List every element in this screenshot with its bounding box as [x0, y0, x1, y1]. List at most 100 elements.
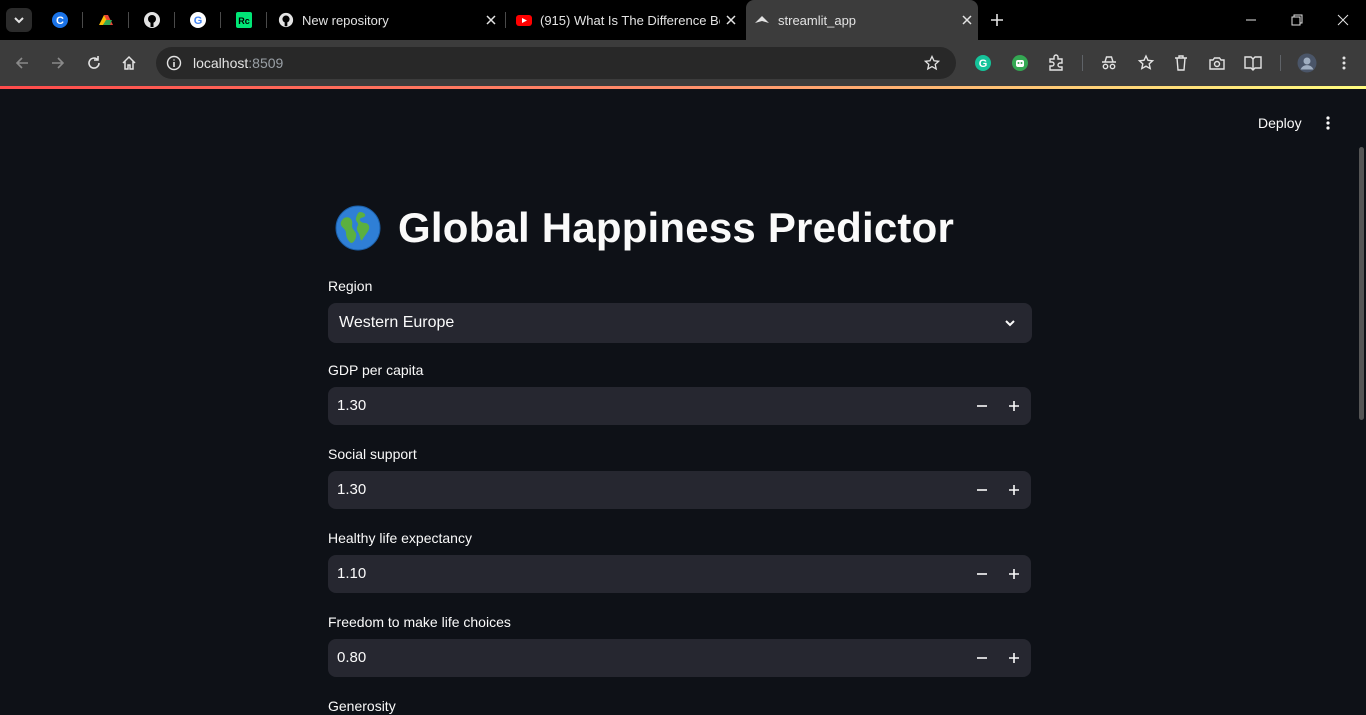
gdp-number-input[interactable]: 1.30 — [328, 387, 1031, 425]
rc-icon: Rc — [236, 12, 252, 28]
tab-strip: C G Rc New repository (915) What Is The … — [0, 0, 1366, 40]
freedom-value: 0.80 — [337, 649, 367, 666]
more-vertical-icon — [1342, 56, 1346, 70]
life-expectancy-field: Healthy life expectancy 1.10 — [328, 529, 1032, 593]
info-icon — [166, 55, 182, 71]
gdp-decrement-button[interactable] — [966, 387, 998, 425]
region-label: Region — [328, 278, 373, 294]
freedom-field: Freedom to make life choices 0.80 — [328, 613, 1032, 677]
close-icon — [1337, 14, 1349, 26]
tab-new-repository[interactable]: New repository — [270, 0, 502, 40]
minus-icon — [977, 657, 987, 659]
scrollbar[interactable] — [1359, 147, 1364, 420]
minimize-button[interactable] — [1228, 0, 1274, 40]
streamlit-icon — [755, 16, 769, 23]
deploy-button[interactable]: Deploy — [1248, 111, 1312, 135]
app-menu-button[interactable] — [1316, 111, 1340, 135]
incognito-button[interactable] — [1095, 49, 1123, 77]
gdp-increment-button[interactable] — [998, 387, 1030, 425]
pinned-tab-google[interactable]: G — [186, 8, 210, 32]
youtube-icon — [516, 15, 532, 26]
github-icon — [144, 12, 160, 28]
minus-icon — [977, 489, 987, 491]
c-icon: C — [52, 12, 68, 28]
freedom-increment-button[interactable] — [998, 639, 1030, 677]
site-info-button[interactable] — [164, 53, 184, 73]
tab-title: New repository — [302, 12, 389, 28]
arrow-left-icon — [15, 57, 28, 69]
google-icon: G — [190, 12, 206, 28]
close-tab-button[interactable] — [956, 9, 978, 31]
screenshot-button[interactable] — [1203, 49, 1231, 77]
freedom-label: Freedom to make life choices — [328, 614, 511, 630]
star-list-icon — [1137, 54, 1155, 70]
social-support-number-input[interactable]: 1.30 — [328, 471, 1031, 509]
favorites-button[interactable] — [1132, 49, 1160, 77]
drive-icon — [99, 15, 113, 25]
tab-title: streamlit_app — [778, 12, 857, 28]
address-bar[interactable]: localhost:8509 — [156, 47, 956, 79]
freedom-number-input[interactable]: 0.80 — [328, 639, 1031, 677]
robot-extension[interactable] — [1006, 49, 1034, 77]
pinned-tab-rc[interactable]: Rc — [232, 8, 256, 32]
freedom-decrement-button[interactable] — [966, 639, 998, 677]
grammarly-extension[interactable]: G — [969, 49, 997, 77]
close-icon — [962, 15, 972, 25]
robot-icon — [1012, 55, 1028, 71]
life-expectancy-label: Healthy life expectancy — [328, 530, 472, 546]
puzzle-icon — [1049, 54, 1063, 71]
plus-icon — [991, 14, 1003, 26]
close-icon — [726, 15, 736, 25]
plus-icon — [1009, 569, 1019, 579]
social-support-decrement-button[interactable] — [966, 471, 998, 509]
life-expectancy-number-input[interactable]: 1.10 — [328, 555, 1031, 593]
tab-youtube[interactable]: (915) What Is The Difference Be — [508, 0, 742, 40]
extensions-button[interactable] — [1042, 49, 1070, 77]
gdp-field: GDP per capita 1.30 — [328, 361, 1032, 425]
title-text: Global Happiness Predictor — [398, 204, 954, 251]
tab-search-button[interactable] — [6, 8, 32, 32]
minimize-icon — [1246, 19, 1256, 21]
close-window-button[interactable] — [1320, 0, 1366, 40]
book-icon — [1244, 56, 1262, 71]
restore-button[interactable] — [1274, 0, 1320, 40]
home-button[interactable] — [115, 49, 143, 77]
life-expectancy-increment-button[interactable] — [998, 555, 1030, 593]
plus-icon — [1009, 485, 1019, 495]
delete-button[interactable] — [1167, 49, 1195, 77]
region-select[interactable]: Western Europe — [328, 303, 1032, 343]
life-expectancy-decrement-button[interactable] — [966, 555, 998, 593]
avatar-icon — [1297, 53, 1317, 73]
star-icon — [924, 55, 940, 71]
bookmark-button[interactable] — [922, 53, 942, 73]
github-icon — [278, 12, 294, 28]
new-tab-button[interactable] — [985, 8, 1009, 32]
chevron-down-icon — [1000, 313, 1020, 333]
minus-icon — [977, 573, 987, 575]
trash-icon — [1175, 55, 1187, 71]
back-button[interactable] — [8, 49, 36, 77]
tab-streamlit-app[interactable]: streamlit_app — [746, 0, 978, 40]
close-tab-button[interactable] — [480, 9, 502, 31]
pinned-tab-github[interactable] — [140, 8, 164, 32]
svg-text:Rc: Rc — [238, 16, 250, 26]
grammarly-icon: G — [975, 55, 991, 71]
profile-button[interactable] — [1293, 49, 1321, 77]
url-text: localhost:8509 — [193, 55, 284, 71]
pinned-tab-drive[interactable] — [94, 8, 118, 32]
plus-icon — [1009, 401, 1019, 411]
reload-icon — [88, 56, 100, 69]
camera-icon — [1209, 57, 1225, 70]
social-support-increment-button[interactable] — [998, 471, 1030, 509]
reading-mode-button[interactable] — [1239, 49, 1267, 77]
social-support-value: 1.30 — [337, 481, 367, 498]
browser-menu-button[interactable] — [1330, 49, 1358, 77]
close-tab-button[interactable] — [720, 9, 742, 31]
region-value: Western Europe — [339, 314, 455, 331]
reload-button[interactable] — [80, 49, 108, 77]
social-support-field: Social support 1.30 — [328, 445, 1032, 509]
browser-toolbar: localhost:8509 G — [0, 40, 1366, 86]
pinned-tab-c[interactable]: C — [48, 8, 72, 32]
social-support-label: Social support — [328, 446, 417, 462]
forward-button[interactable] — [44, 49, 72, 77]
